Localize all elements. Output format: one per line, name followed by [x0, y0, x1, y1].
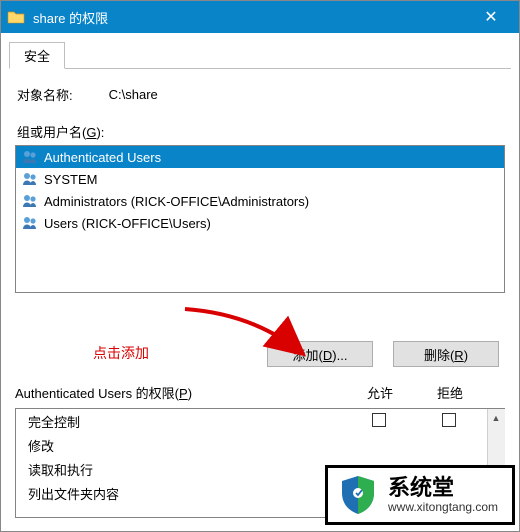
permission-name: 完全控制	[28, 412, 344, 431]
list-item[interactable]: SYSTEM	[16, 168, 504, 190]
people-icon	[22, 215, 38, 231]
column-allow: 允许	[345, 383, 415, 402]
object-name-row: 对象名称: C:\share	[17, 85, 505, 104]
groups-label: 组或用户名(G):	[17, 122, 505, 141]
close-icon: ✕	[484, 7, 497, 27]
list-item[interactable]: Authenticated Users	[16, 146, 504, 168]
permissions-header: Authenticated Users 的权限(P) 允许 拒绝	[15, 383, 505, 406]
permission-name: 列出文件夹内容	[28, 484, 344, 503]
folder-icon	[7, 8, 25, 26]
permission-name: 读取和执行	[28, 460, 344, 479]
shield-icon	[336, 473, 380, 517]
watermark-title: 系统堂	[388, 476, 498, 500]
list-item-label: Administrators (RICK-OFFICE\Administrato…	[44, 194, 309, 209]
list-item-label: Authenticated Users	[44, 150, 161, 165]
window-title: share 的权限	[33, 8, 469, 27]
annotation-row: 点击添加	[15, 299, 505, 369]
object-name-value: C:\share	[109, 87, 158, 102]
tab-strip: 安全	[9, 43, 511, 69]
dialog-body: 安全 对象名称: C:\share 组或用户名(G): Authenticate…	[1, 33, 519, 518]
object-name-label: 对象名称:	[17, 85, 73, 104]
watermark-badge: 系统堂 www.xitongtang.com	[325, 465, 515, 525]
permissions-label: Authenticated Users 的权限(P)	[15, 386, 192, 401]
list-item[interactable]: Users (RICK-OFFICE\Users)	[16, 212, 504, 234]
permission-row: 完全控制	[16, 409, 504, 433]
allow-checkbox[interactable]	[372, 413, 386, 427]
tab-security-label: 安全	[24, 49, 50, 64]
people-icon	[22, 149, 38, 165]
column-deny: 拒绝	[415, 383, 485, 402]
list-item-label: Users (RICK-OFFICE\Users)	[44, 216, 211, 231]
tab-security[interactable]: 安全	[9, 42, 65, 69]
watermark-url: www.xitongtang.com	[388, 501, 498, 514]
groups-listbox[interactable]: Authenticated Users SYSTEM Administrators …	[15, 145, 505, 293]
annotation-arrow	[175, 299, 325, 369]
scroll-up-icon[interactable]: ▲	[488, 409, 505, 426]
deny-checkbox[interactable]	[442, 413, 456, 427]
permission-name: 修改	[28, 436, 344, 455]
close-button[interactable]: ✕	[469, 1, 513, 33]
permission-row: 修改	[16, 433, 504, 457]
list-item-label: SYSTEM	[44, 172, 97, 187]
title-bar: share 的权限 ✕	[1, 1, 519, 33]
people-icon	[22, 193, 38, 209]
people-icon	[22, 171, 38, 187]
list-item[interactable]: Administrators (RICK-OFFICE\Administrato…	[16, 190, 504, 212]
annotation-text: 点击添加	[93, 343, 149, 363]
